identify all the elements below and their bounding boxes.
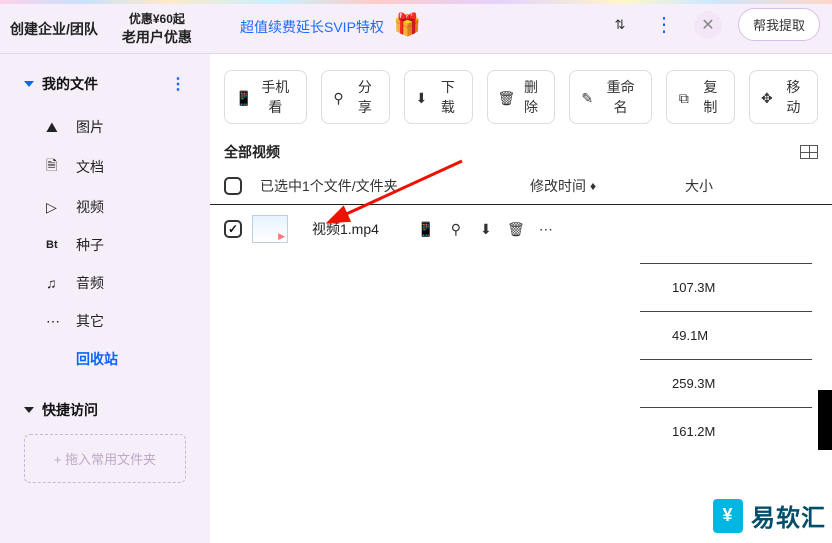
caret-down-icon [24,407,34,413]
breadcrumb-all-video[interactable]: 全部视频 [224,142,280,162]
menu-more-icon[interactable]: ⋮ [650,11,678,39]
close-icon[interactable]: ✕ [694,11,722,39]
content-mask [224,245,642,505]
video-icon: ▷ [46,199,64,216]
trash-icon[interactable]: 🗑 [507,221,525,238]
phone-view-button[interactable]: 📱 手机看 [224,70,307,124]
size-value: 259.3M [640,359,812,407]
selection-count: 已选中1个文件/文件夹 [260,176,398,196]
column-size[interactable]: 大小 [685,176,713,196]
my-files-title[interactable]: 我的文件 [42,74,98,94]
bt-icon: Bt [46,239,64,251]
phone-icon: 📱 [235,90,249,104]
size-value: 107.3M [640,263,812,311]
sidebar-item-audio[interactable]: ♫ 音频 [46,264,186,302]
audio-icon: ♫ [46,275,64,291]
rename-icon: ✎ [580,90,594,104]
scrollbar[interactable] [818,390,832,450]
video-thumbnail [252,215,288,243]
more-icon: ⋯ [46,313,64,330]
caret-down-icon [24,81,34,87]
watermark-icon: ¥ [713,499,743,533]
sidebar-item-bt[interactable]: Bt 种子 [46,226,186,264]
share-icon: ⚲ [332,90,346,104]
file-name[interactable]: 视频1.mp4 [312,219,379,239]
watermark: ¥ 易软汇 [713,498,826,533]
picture-icon: ⛰ [46,119,64,136]
my-files-menu-icon[interactable]: ⋮ [170,74,186,94]
column-modified[interactable]: 修改时间 ♦ [530,176,596,196]
svip-promo-link[interactable]: 超值续费延长SVIP特权 🎁 [240,12,421,38]
download-icon[interactable]: ⬇ [477,221,495,238]
create-org-button[interactable]: 创建企业/团队 [10,19,98,39]
delete-button[interactable]: 🗑 删除 [487,70,556,124]
help-input[interactable]: 帮我提取 [738,8,820,41]
download-icon: ⬇ [415,90,429,104]
document-icon: 🗎 [46,155,64,179]
size-column: 107.3M 49.1M 259.3M 161.2M [640,263,812,455]
select-all-checkbox[interactable] [224,177,242,195]
quick-access-dropzone[interactable]: + 拖入常用文件夹 [24,434,186,483]
download-button[interactable]: ⬇ 下载 [404,70,473,124]
sidebar-item-recycle-bin[interactable]: 回收站 [46,340,186,378]
file-checkbox[interactable] [224,220,242,238]
size-value: 161.2M [640,407,812,455]
more-actions-icon[interactable]: ⋯ [537,221,555,238]
copy-icon: ⧉ [677,90,691,104]
share-icon[interactable]: ⚲ [447,221,465,238]
rename-button[interactable]: ✎ 重命名 [569,70,652,124]
quick-access-title[interactable]: 快捷访问 [42,400,98,420]
user-promo-button[interactable]: 优惠¥60起 老用户优惠 [122,10,192,47]
list-header: 已选中1个文件/文件夹 修改时间 ♦ 大小 [210,168,832,205]
share-button[interactable]: ⚲ 分享 [321,70,390,124]
copy-button[interactable]: ⧉ 复制 [666,70,735,124]
sort-icon: ♦ [590,179,596,193]
move-button[interactable]: ✥ 移动 [749,70,818,124]
move-icon: ✥ [760,90,774,104]
sidebar-item-other[interactable]: ⋯ 其它 [46,302,186,340]
trash-icon: 🗑 [498,90,512,104]
view-toggle-icon[interactable] [800,145,818,159]
sidebar-item-pictures[interactable]: ⛰ 图片 [46,108,186,146]
transfer-icon[interactable]: ⇅ [606,11,634,39]
sidebar-item-videos[interactable]: ▷ 视频 [46,188,186,226]
sidebar-item-documents[interactable]: 🗎 文档 [46,146,186,188]
phone-icon[interactable]: 📱 [417,221,435,238]
size-value: 49.1M [640,311,812,359]
gift-icon: 🎁 [394,12,421,37]
